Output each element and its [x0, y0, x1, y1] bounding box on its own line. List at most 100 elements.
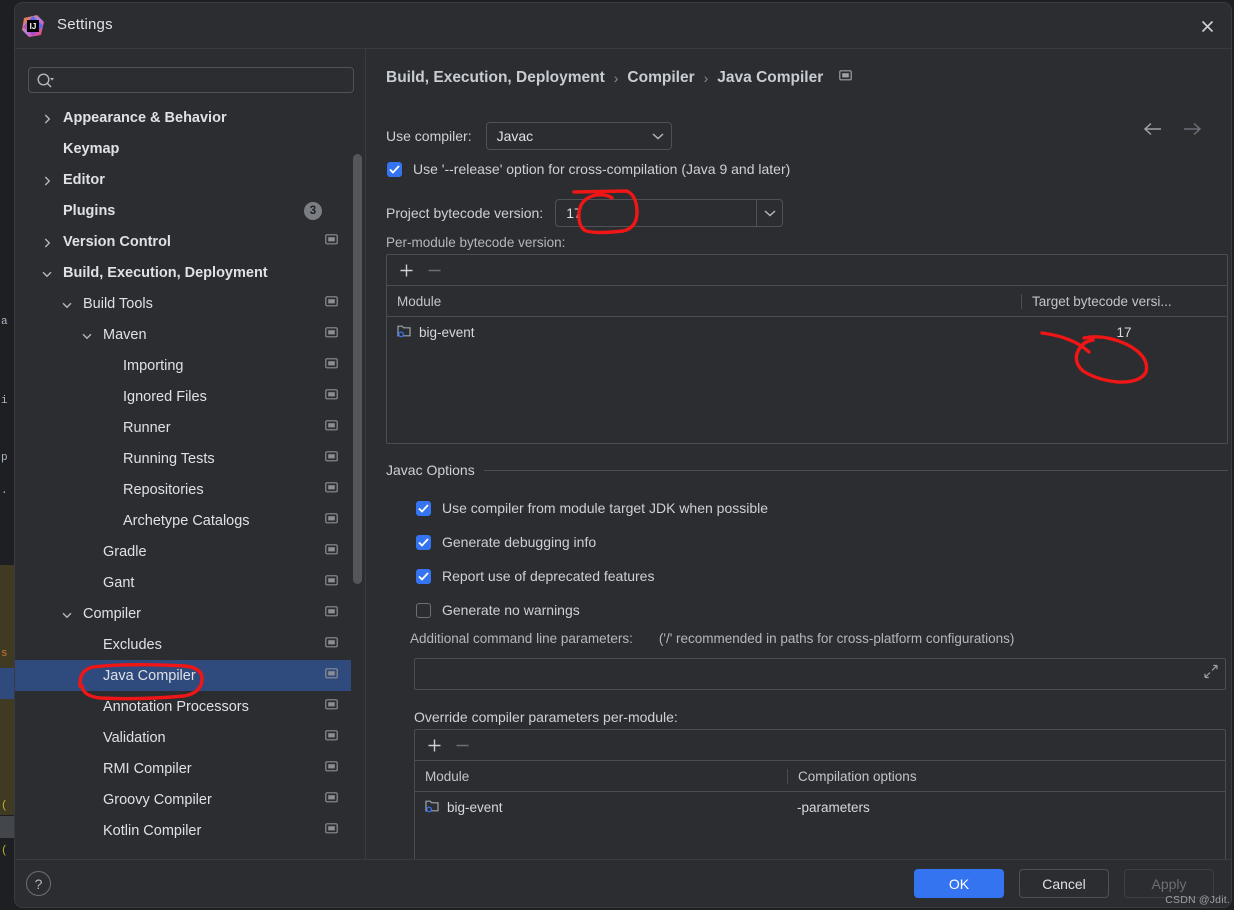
sidebar-scrollbar[interactable] — [353, 154, 362, 584]
sidebar-item-importing[interactable]: Importing — [15, 350, 351, 381]
plus-icon[interactable] — [423, 734, 445, 756]
copy-settings-icon[interactable] — [325, 636, 338, 654]
chevron-down-icon[interactable] — [41, 267, 53, 279]
search-box[interactable] — [28, 67, 354, 93]
copy-settings-icon[interactable] — [325, 760, 338, 778]
search-input[interactable] — [59, 71, 347, 90]
copy-settings-icon[interactable] — [325, 543, 338, 561]
minus-icon[interactable] — [451, 734, 473, 756]
sidebar-item-appearance-behavior[interactable]: Appearance & Behavior — [15, 102, 351, 133]
sidebar-item-rmi-compiler[interactable]: RMI Compiler — [15, 753, 351, 784]
sidebar-item-maven[interactable]: Maven — [15, 319, 351, 350]
release-option-checkbox[interactable] — [387, 161, 402, 177]
copy-settings-icon[interactable] — [325, 388, 338, 406]
sidebar-item-editor[interactable]: Editor — [15, 164, 351, 195]
column-header-target-bytecode[interactable]: Target bytecode versi... — [1021, 293, 1227, 309]
sidebar-item-runner[interactable]: Runner — [15, 412, 351, 443]
sidebar-item-repositories[interactable]: Repositories — [15, 474, 351, 505]
editor-text-fragment: ( — [1, 845, 8, 857]
sidebar-item-archetype-catalogs[interactable]: Archetype Catalogs — [15, 505, 351, 536]
copy-settings-icon[interactable] — [325, 357, 338, 375]
chevron-down-icon[interactable] — [756, 200, 782, 226]
use-compiler-combobox[interactable]: Javac — [485, 122, 672, 150]
chevron-right-icon[interactable] — [41, 112, 53, 124]
sidebar-item-gradle[interactable]: Gradle — [15, 536, 351, 567]
arrow-right-icon[interactable] — [1180, 117, 1204, 141]
javac-checkbox-row-1[interactable]: Generate debugging info — [416, 534, 596, 550]
sidebar-item-java-compiler[interactable]: Java Compiler — [15, 660, 351, 691]
sidebar-item-running-tests[interactable]: Running Tests — [15, 443, 351, 474]
cell-module[interactable]: big-event — [415, 798, 787, 816]
dialog-title: Settings — [57, 16, 113, 33]
javac-checkbox-label-2: Report use of deprecated features — [442, 568, 655, 584]
copy-settings-icon[interactable] — [325, 233, 338, 251]
table-row[interactable]: big-event -parameters — [415, 792, 1225, 822]
chevron-right-icon[interactable] — [41, 236, 53, 248]
copy-settings-icon[interactable] — [325, 450, 338, 468]
breadcrumb-part-0[interactable]: Build, Execution, Deployment — [386, 69, 605, 87]
project-bytecode-combobox[interactable]: 17 — [555, 199, 784, 227]
project-bytecode-value[interactable]: 17 — [556, 205, 756, 221]
breadcrumb-part-1[interactable]: Compiler — [627, 69, 694, 87]
sidebar-item-kotlin-compiler[interactable]: Kotlin Compiler — [15, 815, 351, 846]
plus-icon[interactable] — [395, 259, 417, 281]
chevron-down-icon[interactable] — [81, 329, 93, 341]
sidebar-item-plugins[interactable]: Plugins 3 — [15, 195, 351, 226]
sidebar-item-version-control[interactable]: Version Control — [15, 226, 351, 257]
javac-checkbox-row-2[interactable]: Report use of deprecated features — [416, 568, 654, 584]
sidebar-item-gant[interactable]: Gant — [15, 567, 351, 598]
cell-target-bytecode[interactable]: 17 — [1021, 325, 1227, 340]
copy-settings-icon[interactable] — [325, 326, 338, 344]
copy-settings-icon[interactable] — [325, 574, 338, 592]
sidebar-item-validation[interactable]: Validation — [15, 722, 351, 753]
editor-text-fragment: . — [1, 485, 8, 497]
generate-debugging-info-checkbox[interactable] — [416, 534, 431, 550]
column-header-module[interactable]: Module — [387, 294, 1021, 309]
generate-no-warnings-checkbox[interactable] — [416, 602, 431, 618]
copy-settings-icon[interactable] — [325, 729, 338, 747]
copy-settings-icon[interactable] — [325, 295, 338, 313]
copy-settings-icon[interactable] — [325, 419, 338, 437]
sidebar-item-keymap[interactable]: Keymap — [15, 133, 351, 164]
copy-settings-icon[interactable] — [325, 481, 338, 499]
table-toolbar — [387, 255, 1227, 286]
copy-settings-icon[interactable] — [325, 698, 338, 716]
javac-checkbox-row-3[interactable]: Generate no warnings — [416, 602, 580, 618]
copy-settings-icon[interactable] — [325, 822, 338, 840]
sidebar-item-build-execution-deployment[interactable]: Build, Execution, Deployment — [15, 257, 351, 288]
cell-compilation-options[interactable]: -parameters — [787, 800, 1225, 815]
table-row[interactable]: big-event 17 — [387, 317, 1227, 347]
sidebar-item-groovy-compiler[interactable]: Groovy Compiler — [15, 784, 351, 815]
use-target-jdk-compiler-checkbox[interactable] — [416, 500, 431, 516]
additional-params-input[interactable] — [414, 658, 1226, 690]
sidebar-item-ignored-files[interactable]: Ignored Files — [15, 381, 351, 412]
chevron-down-icon[interactable] — [61, 608, 73, 620]
close-icon[interactable] — [1193, 13, 1221, 39]
javac-checkbox-row-0[interactable]: Use compiler from module target JDK when… — [416, 500, 768, 516]
expand-icon[interactable] — [1204, 664, 1218, 684]
release-option-row[interactable]: Use '--release' option for cross-compila… — [387, 161, 790, 177]
cell-module[interactable]: big-event — [387, 323, 1021, 341]
column-header-module[interactable]: Module — [415, 769, 787, 784]
help-icon[interactable]: ? — [26, 871, 51, 896]
sidebar-item-excludes[interactable]: Excludes — [15, 629, 351, 660]
sidebar-item-build-tools[interactable]: Build Tools — [15, 288, 351, 319]
ok-button[interactable]: OK — [914, 869, 1004, 898]
breadcrumb-part-2[interactable]: Java Compiler — [717, 69, 823, 87]
cancel-button[interactable]: Cancel — [1019, 869, 1109, 898]
copy-settings-icon[interactable] — [325, 791, 338, 809]
minus-icon[interactable] — [423, 259, 445, 281]
column-header-compilation-options[interactable]: Compilation options — [787, 768, 1225, 784]
copy-settings-icon[interactable] — [325, 605, 338, 623]
chevron-right-icon[interactable] — [41, 174, 53, 186]
chevron-down-icon[interactable] — [61, 298, 73, 310]
settings-dialog: IJ Settings Appearance & Behavior Keymap… — [14, 2, 1232, 908]
arrow-left-icon[interactable] — [1141, 117, 1165, 141]
sidebar-item-annotation-processors[interactable]: Annotation Processors — [15, 691, 351, 722]
copy-settings-icon[interactable] — [839, 69, 853, 87]
copy-settings-icon[interactable] — [325, 512, 338, 530]
report-deprecated-checkbox[interactable] — [416, 568, 431, 584]
sidebar-item-label: RMI Compiler — [103, 760, 192, 777]
copy-settings-icon[interactable] — [325, 667, 338, 685]
sidebar-item-compiler[interactable]: Compiler — [15, 598, 351, 629]
